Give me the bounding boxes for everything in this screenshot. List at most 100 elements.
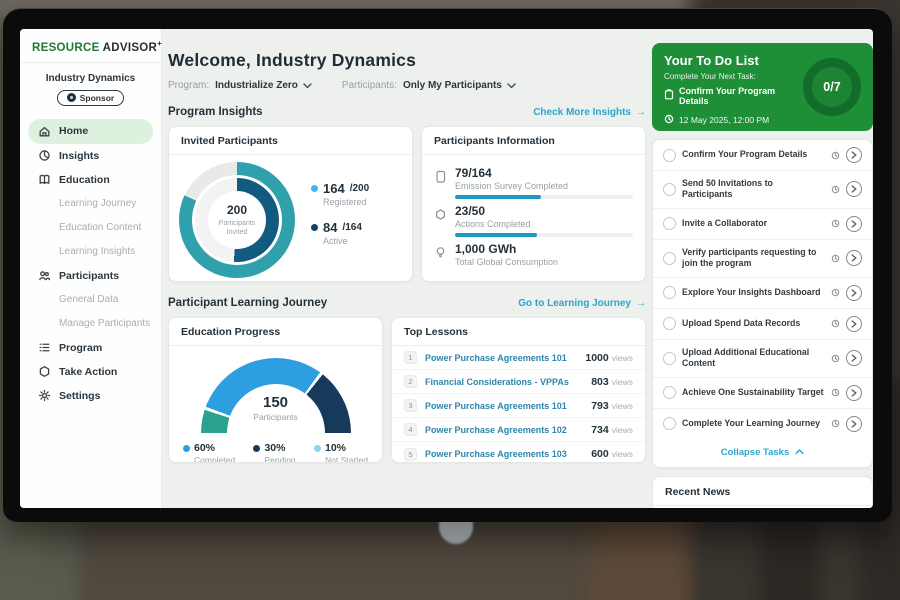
page-title: Welcome, Industry Dynamics: [168, 50, 646, 71]
legend-registered: 164/200 Registered: [311, 181, 369, 207]
pending-dot-icon: [253, 445, 260, 452]
task-row-verify-participants[interactable]: Verify participants requesting to join t…: [653, 240, 872, 278]
checkbox-icon[interactable]: [663, 252, 676, 265]
chevron-down-icon[interactable]: [303, 83, 312, 89]
chevron-right-button[interactable]: [846, 350, 862, 366]
app-logo: RESOURCE ADVISOR+: [20, 29, 161, 63]
program-filter-value[interactable]: Industrialize Zero: [215, 80, 298, 91]
checkbox-icon[interactable]: [663, 183, 676, 196]
checkbox-icon[interactable]: [663, 317, 676, 330]
sidebar-item-take-action[interactable]: Take Action: [20, 360, 161, 384]
sidebar-item-education[interactable]: Education: [20, 168, 161, 192]
task-list: Confirm Your Program Details Send 50 Inv…: [652, 139, 873, 468]
clock-icon: [831, 419, 840, 428]
lesson-link[interactable]: Power Purchase Agreements 102: [425, 425, 591, 435]
go-to-learning-journey-link[interactable]: Go to Learning Journey →: [518, 298, 646, 309]
checkbox-icon[interactable]: [663, 217, 676, 230]
todo-header-card: Your To Do List Complete Your Next Task:…: [652, 43, 873, 131]
lesson-row: 1 Power Purchase Agreements 101 1000 vie…: [392, 346, 645, 370]
checkbox-icon[interactable]: [663, 286, 676, 299]
checkbox-icon[interactable]: [663, 417, 676, 430]
lesson-link[interactable]: Power Purchase Agreements 101: [425, 401, 591, 411]
sidebar-item-insights[interactable]: Insights: [20, 144, 161, 168]
chevron-down-icon[interactable]: [507, 83, 516, 89]
collapse-tasks-link[interactable]: Collapse Tasks: [653, 439, 872, 467]
education-progress-title: Education Progress: [169, 318, 382, 346]
chevron-right-button[interactable]: [846, 147, 862, 163]
sidebar-item-education-content[interactable]: Education Content: [20, 216, 161, 240]
lesson-rank: 3: [404, 399, 417, 412]
task-row-send-invitations[interactable]: Send 50 Invitations to Participants: [653, 171, 872, 209]
chevron-right-button[interactable]: [846, 316, 862, 332]
list-icon: [38, 341, 51, 354]
consumption-value: 1,000 GWh: [455, 242, 633, 256]
todo-subtitle: Complete Your Next Task:: [664, 72, 803, 81]
sidebar-item-general-data[interactable]: General Data: [20, 288, 161, 312]
task-label: Send 50 Invitations to Participants: [682, 178, 825, 201]
chevron-right-button[interactable]: [846, 250, 862, 266]
lesson-link[interactable]: Power Purchase Agreements 101: [425, 353, 585, 363]
invited-donut-chart: 200 Participants Invited: [179, 162, 295, 278]
sponsor-badge-label: Sponsor: [80, 93, 114, 103]
sidebar-item-manage-participants[interactable]: Manage Participants: [20, 312, 161, 336]
monitor-bezel: RESOURCE ADVISOR+ Industry Dynamics Spon…: [3, 8, 892, 522]
check-more-insights-label: Check More Insights: [533, 107, 631, 118]
sidebar-item-learning-insights[interactable]: Learning Insights: [20, 240, 161, 264]
clock-icon: [831, 288, 840, 297]
registered-label: Registered: [323, 197, 369, 207]
sidebar-item-label: Learning Insights: [59, 246, 135, 257]
participants-information-title: Participants Information: [422, 127, 645, 155]
todo-column: Your To Do List Complete Your Next Task:…: [652, 29, 873, 508]
checkbox-icon[interactable]: [663, 149, 676, 162]
invited-participants-card: Invited Participants 200 Participants In…: [168, 126, 413, 282]
checkbox-icon[interactable]: [663, 352, 676, 365]
task-row-invite-collaborator[interactable]: Invite a Collaborator: [653, 209, 872, 240]
task-row-upload-spend-data[interactable]: Upload Spend Data Records: [653, 309, 872, 340]
lesson-link[interactable]: Power Purchase Agreements 103: [425, 449, 591, 459]
chevron-right-button[interactable]: [846, 385, 862, 401]
chevron-right-button[interactable]: [846, 216, 862, 232]
lesson-row: 5 Power Purchase Agreements 103 600 view…: [392, 442, 645, 463]
task-row-confirm-program[interactable]: Confirm Your Program Details: [653, 140, 872, 171]
org-name: Industry Dynamics: [20, 73, 161, 84]
chevron-right-button[interactable]: [846, 285, 862, 301]
sidebar-item-home[interactable]: Home: [28, 119, 153, 144]
clock-icon: [831, 254, 840, 263]
sidebar-item-label: Home: [59, 125, 88, 137]
task-row-explore-insights[interactable]: Explore Your Insights Dashboard: [653, 278, 872, 309]
task-row-complete-learning-journey[interactable]: Complete Your Learning Journey: [653, 409, 872, 439]
invited-participants-title: Invited Participants: [169, 127, 412, 155]
recent-news-title: Recent News: [653, 477, 872, 506]
task-label: Achieve One Sustainability Target: [682, 387, 825, 398]
info-progress-fill: [455, 233, 537, 237]
completed-label: Completed: [194, 455, 235, 463]
pending-pct: 30%: [264, 442, 285, 454]
filter-bar: Program: Industrialize Zero Participants…: [168, 80, 646, 91]
task-label: Verify participants requesting to join t…: [682, 247, 825, 270]
sidebar-item-learning-journey[interactable]: Learning Journey: [20, 192, 161, 216]
survey-document-icon: [434, 170, 449, 199]
lesson-rank: 1: [404, 351, 417, 364]
chevron-right-button[interactable]: [846, 416, 862, 432]
task-label: Invite a Collaborator: [682, 218, 825, 229]
education-gauge-chart: 150 Participants: [201, 358, 351, 433]
clock-icon: [831, 388, 840, 397]
sidebar-item-participants[interactable]: Participants: [20, 264, 161, 288]
emission-survey-value: 79/164: [455, 166, 633, 180]
lesson-row: 3 Power Purchase Agreements 101 793 view…: [392, 394, 645, 418]
check-more-insights-link[interactable]: Check More Insights →: [533, 107, 646, 118]
task-row-upload-educational-content[interactable]: Upload Additional Educational Content: [653, 340, 872, 378]
actions-completed-value: 23/50: [455, 204, 633, 218]
consumption-label: Total Global Consumption: [455, 257, 633, 267]
education-progress-card: Education Progress 150 Participants 60%: [168, 317, 383, 463]
sidebar-item-program[interactable]: Program: [20, 336, 161, 360]
sidebar-item-settings[interactable]: Settings: [20, 384, 161, 408]
checkbox-icon[interactable]: [663, 386, 676, 399]
top-lessons-title: Top Lessons: [392, 318, 645, 346]
task-row-achieve-target[interactable]: Achieve One Sustainability Target: [653, 378, 872, 409]
lesson-link[interactable]: Financial Considerations - VPPAs: [425, 377, 591, 387]
chevron-right-button[interactable]: [846, 181, 862, 197]
home-icon: [38, 125, 51, 138]
participants-filter-value[interactable]: Only My Participants: [403, 80, 502, 91]
arrow-right-icon: →: [636, 107, 646, 118]
